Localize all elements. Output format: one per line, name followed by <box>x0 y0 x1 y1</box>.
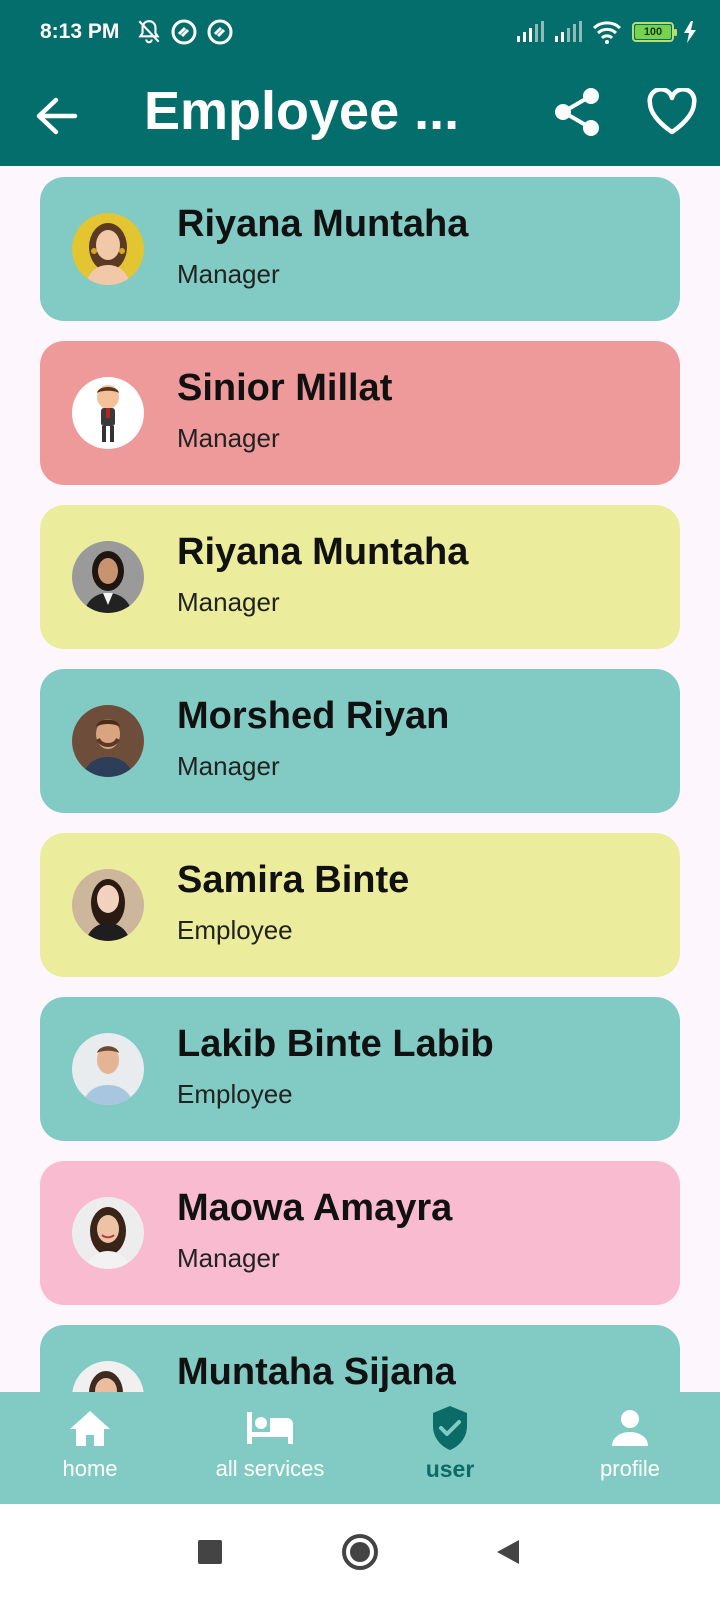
home-icon <box>68 1406 112 1450</box>
employee-card[interactable]: Maowa Amayra Manager <box>40 1161 680 1305</box>
employee-role: Employee <box>177 1079 293 1109</box>
status-system-icons: 100 <box>516 20 696 44</box>
employee-role: Manager <box>177 259 280 289</box>
employee-card[interactable]: Sinior Millat Manager <box>40 341 680 485</box>
woman-partial-avatar <box>72 1361 144 1392</box>
square-icon <box>198 1540 222 1564</box>
woman-dark-hair-avatar <box>72 869 144 941</box>
nav-label: profile <box>600 1456 660 1481</box>
avatar <box>72 377 144 449</box>
app-notification-icon <box>171 19 197 45</box>
employee-name: Riyana Muntaha <box>177 203 469 245</box>
battery-indicator: 100 <box>632 22 677 42</box>
employee-name: Samira Binte <box>177 859 410 901</box>
avatar <box>72 1361 144 1392</box>
bottom-navigation: home all services user profile <box>0 1392 720 1504</box>
nav-item-user[interactable]: user <box>360 1392 540 1504</box>
avatar <box>72 1197 144 1269</box>
circle-home-icon <box>342 1534 378 1570</box>
triangle-back-icon <box>497 1540 519 1564</box>
avatar <box>72 213 144 285</box>
woman-smile-avatar <box>72 1197 144 1269</box>
employee-role: Manager <box>177 423 280 453</box>
signal-icon <box>517 21 544 42</box>
nav-item-profile[interactable]: profile <box>540 1392 720 1504</box>
person-icon <box>610 1406 650 1450</box>
man-beard-avatar <box>72 705 144 777</box>
charging-icon <box>684 21 696 43</box>
woman-yellow-avatar <box>72 213 144 285</box>
bed-icon <box>245 1406 295 1450</box>
share-button[interactable] <box>548 82 608 142</box>
back-system-button[interactable] <box>486 1530 530 1574</box>
employee-name: Sinior Millat <box>177 367 393 409</box>
man-shirt-avatar <box>72 1033 144 1105</box>
employee-role: Manager <box>177 1243 280 1273</box>
cartoon-man-avatar <box>72 377 144 449</box>
signal-icon-2 <box>555 21 582 42</box>
employee-name: Lakib Binte Labib <box>177 1023 494 1065</box>
status-time: 8:13 PM <box>40 20 120 43</box>
status-notification-icons <box>136 18 234 46</box>
nav-label: home <box>62 1456 118 1481</box>
back-button[interactable] <box>28 88 84 144</box>
bell-off-icon <box>138 20 160 44</box>
employee-name: Riyana Muntaha <box>177 531 469 573</box>
status-bar: 8:13 PM 100 <box>0 0 720 68</box>
woman-suit-avatar <box>72 541 144 613</box>
avatar <box>72 705 144 777</box>
nav-item-all-services[interactable]: all services <box>180 1392 360 1504</box>
avatar <box>72 869 144 941</box>
page-title: Employee ... <box>144 81 460 141</box>
employee-role: Manager <box>177 751 280 781</box>
nav-label: all services <box>215 1456 325 1481</box>
employee-card[interactable]: Riyana Muntaha Manager <box>40 177 680 321</box>
employee-card[interactable]: Samira Binte Employee <box>40 833 680 977</box>
employee-card[interactable]: Riyana Muntaha Manager <box>40 505 680 649</box>
employee-card[interactable]: Morshed Riyan Manager <box>40 669 680 813</box>
avatar <box>72 1033 144 1105</box>
nav-item-home[interactable]: home <box>0 1392 180 1504</box>
nav-label: user <box>425 1456 475 1482</box>
app-bar: Employee ... <box>0 68 720 166</box>
avatar <box>72 541 144 613</box>
wifi-icon <box>592 21 622 44</box>
recents-button[interactable] <box>188 1530 232 1574</box>
shield-check-icon <box>430 1406 470 1450</box>
employee-card[interactable]: Muntaha Sijana <box>40 1325 680 1392</box>
home-system-button[interactable] <box>338 1530 382 1574</box>
app-notification-icon-2 <box>207 19 233 45</box>
employee-list[interactable]: Riyana Muntaha Manager Sinior Millat Man… <box>0 166 720 1392</box>
share-icon <box>555 88 599 136</box>
system-navigation-bar <box>0 1504 720 1600</box>
employee-name: Morshed Riyan <box>177 695 450 737</box>
arrow-left-icon <box>36 97 78 135</box>
employee-name: Muntaha Sijana <box>177 1351 456 1392</box>
battery-level: 100 <box>635 25 671 39</box>
heart-icon <box>647 88 697 135</box>
employee-role: Employee <box>177 915 293 945</box>
employee-role: Manager <box>177 587 280 617</box>
employee-name: Maowa Amayra <box>177 1187 453 1229</box>
favorite-button[interactable] <box>642 82 702 142</box>
employee-card[interactable]: Lakib Binte Labib Employee <box>40 997 680 1141</box>
